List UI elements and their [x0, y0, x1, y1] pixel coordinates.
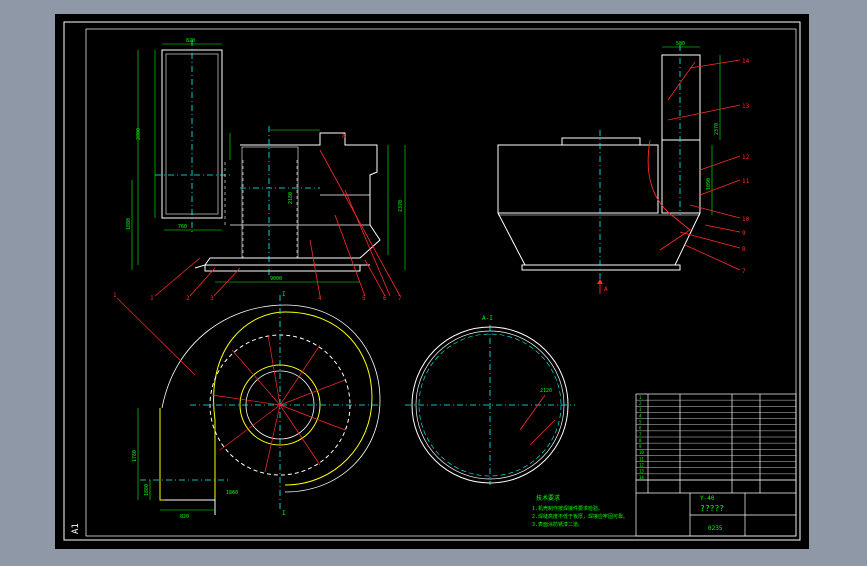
- parts-row-number: 11: [639, 456, 644, 461]
- callout-side-12: 12: [742, 154, 750, 161]
- dim-side-0: 580: [676, 41, 685, 47]
- dim-front-1: 2800: [136, 128, 142, 140]
- scale-code: 0235: [708, 525, 723, 532]
- dim-plan-3: 1880: [144, 484, 150, 496]
- drawing-sheet: [55, 14, 809, 549]
- callout-front-8: 8: [342, 133, 346, 140]
- notes-line-3: 3.表面涂防锈漆二道。: [532, 521, 583, 528]
- cad-viewport: A1 1 2 3 4 5 6 7 8 820 2800 1880 2370 21…: [0, 0, 867, 562]
- dim-side-2: 1090: [706, 178, 712, 190]
- callout-front-6: 6: [383, 295, 387, 302]
- dim-front-6: 760: [178, 224, 187, 230]
- dim-front-3: 2370: [398, 200, 404, 212]
- dim-plan-1: 820: [180, 514, 189, 520]
- dim-front-4: 2180: [288, 192, 294, 204]
- callout-side-8: 8: [742, 246, 746, 253]
- callout-front-5: 5: [362, 295, 366, 302]
- plan-axis-top: I: [282, 291, 286, 298]
- dim-front-2: 1880: [126, 218, 132, 230]
- parts-row-number: 14: [639, 475, 644, 480]
- dim-front-5: 9000: [270, 276, 282, 282]
- callout-front-2: 2: [186, 295, 190, 302]
- dim-plan-2: 1860: [226, 490, 238, 496]
- callout-plan-1: 1: [113, 292, 117, 299]
- parts-row-number: 13: [639, 469, 644, 474]
- callout-front-3: 3: [210, 295, 214, 302]
- sheet-size-label: A1: [71, 523, 81, 534]
- callout-side-13: 13: [742, 103, 750, 110]
- callout-side-7: 7: [742, 268, 746, 275]
- callout-side-10: 10: [742, 216, 750, 223]
- dim-front-0: 820: [186, 38, 195, 44]
- parts-row-number: 10: [639, 450, 644, 455]
- callout-front-7: 7: [398, 295, 402, 302]
- callout-side-9: 9: [742, 230, 746, 237]
- detail-dim: 2120: [540, 388, 552, 394]
- callout-side-14: 14: [742, 58, 750, 65]
- notes-title: 技术要求: [536, 494, 560, 502]
- dim-side-1: 2370: [714, 123, 720, 135]
- detail-title: A-I: [482, 315, 493, 322]
- drawing-number: Y-40: [700, 495, 715, 502]
- cad-drawing: A1 1 2 3 4 5 6 7 8 820 2800 1880 2370 21…: [55, 14, 809, 549]
- project-name: ?????: [700, 504, 724, 513]
- notes-line-1: 1.机壳制作按焊接件要求检验。: [532, 505, 603, 512]
- dim-plan-0: 1780: [132, 450, 138, 462]
- view-arrow-label: A: [604, 286, 608, 293]
- callout-side-11: 11: [742, 178, 750, 185]
- parts-row-number: 12: [639, 463, 644, 468]
- callout-front-1: 1: [150, 295, 154, 302]
- notes-line-2: 2.焊缝高度不低于板厚，焊接应牢固可靠。: [532, 513, 628, 520]
- plan-axis-bottom: I: [282, 510, 286, 517]
- callout-front-4: 4: [318, 295, 322, 302]
